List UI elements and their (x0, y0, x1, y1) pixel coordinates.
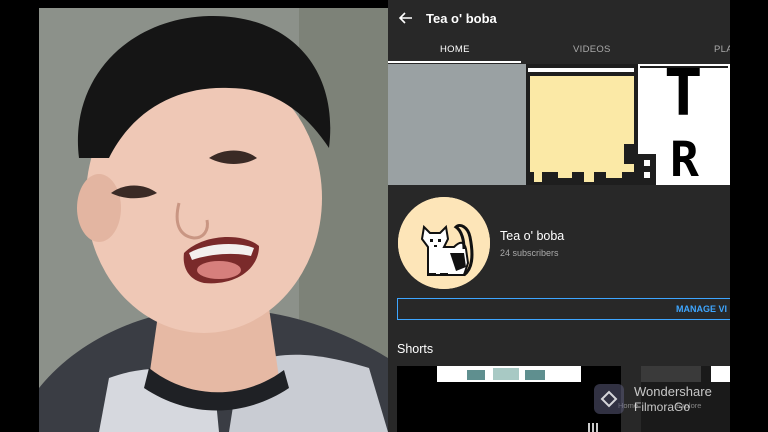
channel-banner: T R (388, 64, 730, 185)
cat-pixel-icon (398, 197, 490, 289)
watermark-product: FilmoraGo (634, 400, 691, 414)
person-video-image (39, 8, 388, 432)
filmorago-watermark: Wondershare FilmoraGo (594, 382, 724, 416)
video-frame (39, 8, 388, 432)
tab-home[interactable]: HOME (440, 44, 470, 55)
channel-tabs: HOME VIDEOS PLA (388, 38, 730, 62)
banner-letter-r: R (670, 132, 699, 185)
channel-name: Tea o' boba (500, 229, 565, 243)
youtube-channel-screen: Tea o' boba HOME VIDEOS PLA T R Tea o' b… (388, 0, 730, 432)
active-tab-indicator (388, 61, 521, 63)
channel-header: Tea o' boba 24 subscribers (388, 185, 730, 295)
app-bar: Tea o' boba (388, 0, 730, 36)
subscriber-count: 24 subscribers (500, 248, 559, 258)
banner-letter-t: T (664, 64, 703, 131)
tab-videos[interactable]: VIDEOS (573, 44, 611, 55)
recent-apps-icon[interactable] (586, 420, 600, 432)
manage-videos-button[interactable]: MANAGE VI (397, 298, 730, 320)
tab-playlists[interactable]: PLA (714, 44, 730, 55)
arrow-left-icon[interactable] (398, 10, 414, 26)
filmorago-logo-icon (594, 384, 624, 414)
manage-videos-label: MANAGE VI (675, 304, 727, 314)
page-title: Tea o' boba (426, 11, 497, 26)
channel-avatar[interactable] (398, 197, 490, 289)
watermark-brand: Wondershare (634, 384, 712, 399)
shorts-section-title: Shorts (397, 342, 434, 356)
